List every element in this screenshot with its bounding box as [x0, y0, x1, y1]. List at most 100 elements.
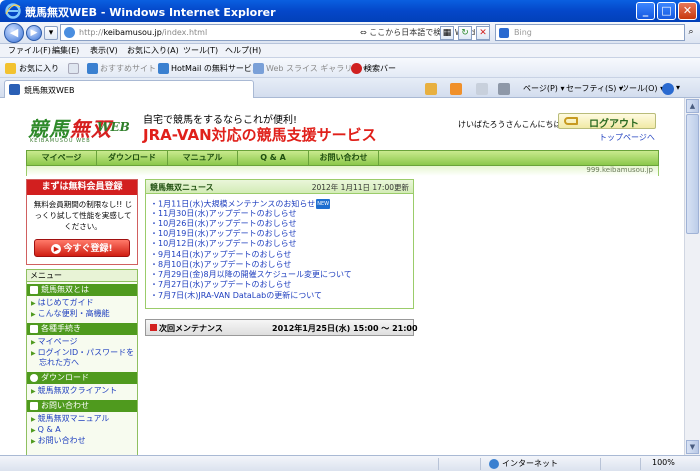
- search-input[interactable]: Bing: [495, 24, 685, 41]
- menu-view[interactable]: 表示(V): [90, 45, 118, 56]
- page-content: 競馬無双 WEB KEIBAMUSOU WEB 自宅で競馬をするならこれが便利!…: [0, 98, 684, 455]
- nav-download[interactable]: ダウンロード: [97, 151, 168, 165]
- section-title: 各種手続き: [41, 324, 81, 333]
- suggested-sites[interactable]: おすすめサイト ▾: [100, 63, 163, 74]
- menu-link-forgot-password-2[interactable]: 忘れた方へ: [39, 358, 79, 368]
- close-button[interactable]: ✕: [678, 2, 697, 20]
- minimize-button[interactable]: _: [636, 2, 655, 20]
- menu-section-about[interactable]: 競馬無双とは: [27, 284, 137, 296]
- maximize-button[interactable]: □: [657, 2, 676, 20]
- news-item-label: 7月27日(水)アップデートのおしらせ: [158, 280, 292, 289]
- hotmail-link[interactable]: HotMail の無料サービス: [171, 63, 260, 74]
- menu-link-manual[interactable]: ▶ 競馬無双マニュアル: [31, 414, 109, 425]
- news-title: 競馬無双ニュース: [150, 183, 214, 192]
- favorites-button[interactable]: お気に入り: [19, 63, 59, 74]
- news-item[interactable]: ・8月10日(水)アップデートのおしらせ: [150, 260, 291, 270]
- nav-manual[interactable]: マニュアル: [168, 151, 238, 165]
- scroll-up-button[interactable]: ▲: [686, 99, 699, 113]
- logout-label: ログアウト: [589, 119, 639, 130]
- menu-tools[interactable]: ツール(T): [183, 45, 218, 56]
- news-item-label: 9月14日(水)アップデートのおしらせ: [158, 250, 292, 259]
- link-label: ログインID・パスワードを: [37, 348, 135, 357]
- vertical-scrollbar[interactable]: ▲ ▼: [684, 98, 700, 455]
- section-title: お問い合わせ: [41, 401, 89, 410]
- news-item[interactable]: ・10月19日(水)アップデートのおしらせ: [150, 229, 296, 239]
- feeds-icon[interactable]: [450, 83, 462, 95]
- help-menu[interactable]: ▾: [676, 83, 680, 92]
- menu-favorites[interactable]: お気に入り(A): [127, 45, 179, 56]
- ie-logo-icon: [5, 3, 21, 19]
- news-item[interactable]: ・7月27日(水)アップデートのおしらせ: [150, 280, 291, 290]
- menu-file[interactable]: ファイル(F): [8, 45, 51, 56]
- address-bar: ◀ ▶ ▾ http://keibamusou.jp/index.html ⇔ …: [0, 22, 700, 44]
- menu-link-qa[interactable]: ▶ Q & A: [31, 425, 61, 436]
- status-divider: [480, 458, 481, 470]
- side-menu: メニュー 競馬無双とは ▶ はじめてガイド ▶ こんな便利・高機能 各種手続き ▶ マ…: [26, 269, 138, 455]
- signup-button-label: 今すぐ登録!: [63, 244, 113, 254]
- help-icon[interactable]: [662, 83, 674, 95]
- link-label: 競馬無双マニュアル: [37, 414, 110, 423]
- menu-link-client[interactable]: ▶ 競馬無双クライアント: [31, 386, 117, 397]
- top-page-link[interactable]: トップページへ: [599, 132, 655, 143]
- tab-label: 競馬無双WEB: [24, 86, 75, 95]
- greeting: けいばたろうさんこんにちは: [458, 120, 562, 129]
- back-button[interactable]: ◀: [4, 23, 24, 43]
- link-label: マイページ: [37, 337, 78, 346]
- news-item-label: 7月29日(金)8月以降の開催スケジュール変更について: [158, 270, 352, 279]
- url-prefix: http://: [79, 28, 104, 37]
- tools-menu[interactable]: ツール(O) ▾: [621, 83, 664, 94]
- nav-contact[interactable]: お問い合わせ: [309, 151, 379, 165]
- signup-button[interactable]: ▶ 今すぐ登録!: [34, 239, 130, 257]
- menu-link-features[interactable]: ▶ こんな便利・高機能: [31, 309, 110, 320]
- favorites-star-icon: [5, 63, 16, 74]
- news-updated: 2012年 1月11日 17:00更新: [311, 183, 409, 192]
- history-dropdown[interactable]: ▾: [44, 26, 58, 40]
- security-zone: インターネット: [502, 459, 558, 468]
- link-label: Q & A: [37, 425, 61, 434]
- news-item[interactable]: ・9月14日(水)アップデートのおしらせ: [150, 250, 291, 260]
- news-item[interactable]: ・10月12日(水)アップデートのおしらせ: [150, 239, 296, 249]
- bing-icon: [499, 28, 509, 38]
- section-title: 競馬無双とは: [41, 285, 89, 294]
- refresh-icon[interactable]: ↻: [458, 26, 472, 40]
- news-item[interactable]: ・7月29日(金)8月以降の開催スケジュール変更について: [150, 270, 352, 280]
- print-icon[interactable]: [498, 83, 510, 95]
- safety-menu[interactable]: セーフティ(S) ▾: [566, 83, 623, 94]
- news-item[interactable]: ・1月11日(水)大規模メンテナンスのお知らせ NEW: [150, 199, 331, 210]
- news-item[interactable]: ・7月7日(木)JRA-VAN DataLabの更新について: [150, 291, 322, 301]
- signup-box: まずは無料会員登録 無料会員期間の制限なし!! じっくり試して性能を実感してくだ…: [26, 179, 138, 265]
- stop-icon[interactable]: ✕: [476, 26, 490, 40]
- menu-edit[interactable]: 編集(E): [52, 45, 79, 56]
- scroll-thumb[interactable]: [686, 114, 699, 234]
- add-favorite-icon[interactable]: [68, 63, 79, 74]
- search-bar-link[interactable]: 検索バー: [364, 63, 396, 74]
- search-bar-icon: [351, 63, 362, 74]
- scroll-down-button[interactable]: ▼: [686, 440, 699, 454]
- nav-qa[interactable]: Q & A: [238, 151, 309, 165]
- menu-link-contact[interactable]: ▶ お問い合わせ: [31, 436, 86, 447]
- mail-icon[interactable]: [476, 83, 488, 95]
- forward-button[interactable]: ▶: [26, 25, 42, 41]
- menu-section-procedures[interactable]: 各種手続き: [27, 323, 137, 335]
- headline: JRA-VAN対応の競馬支援サービス: [143, 126, 377, 144]
- news-item-label: 1月11日(水)大規模メンテナンスのお知らせ: [158, 199, 316, 209]
- menu-link-guide[interactable]: ▶ はじめてガイド: [31, 298, 94, 309]
- menu-help[interactable]: ヘルプ(H): [225, 45, 261, 56]
- search-go-icon[interactable]: ⌕: [684, 26, 698, 40]
- site-domain: 999.keibamusou.jp: [586, 166, 653, 174]
- nav-mypage[interactable]: マイページ: [27, 151, 97, 165]
- internet-zone-icon: [489, 459, 499, 469]
- news-item[interactable]: ・11月30日(水)アップデートのおしらせ: [150, 209, 296, 219]
- menu-link-mypage[interactable]: ▶ マイページ: [31, 337, 77, 348]
- menu-section-download[interactable]: ダウンロード: [27, 372, 137, 384]
- news-item[interactable]: ・10月26日(水)アップデートのおしらせ: [150, 219, 296, 229]
- news-item-label: 8月10日(水)アップデートのおしらせ: [158, 260, 292, 269]
- menu-section-contact[interactable]: お問い合わせ: [27, 400, 137, 412]
- page-menu[interactable]: ページ(P) ▾: [523, 83, 564, 94]
- home-icon[interactable]: [425, 83, 437, 95]
- address-input[interactable]: http://keibamusou.jp/index.html ⇔ ここから日本…: [60, 24, 490, 41]
- zoom-level[interactable]: 100%: [652, 458, 675, 467]
- compat-view-icon[interactable]: ▦: [440, 26, 454, 40]
- tab-keibamusou[interactable]: 競馬無双WEB: [4, 80, 254, 98]
- logout-button[interactable]: ログアウト: [558, 113, 656, 130]
